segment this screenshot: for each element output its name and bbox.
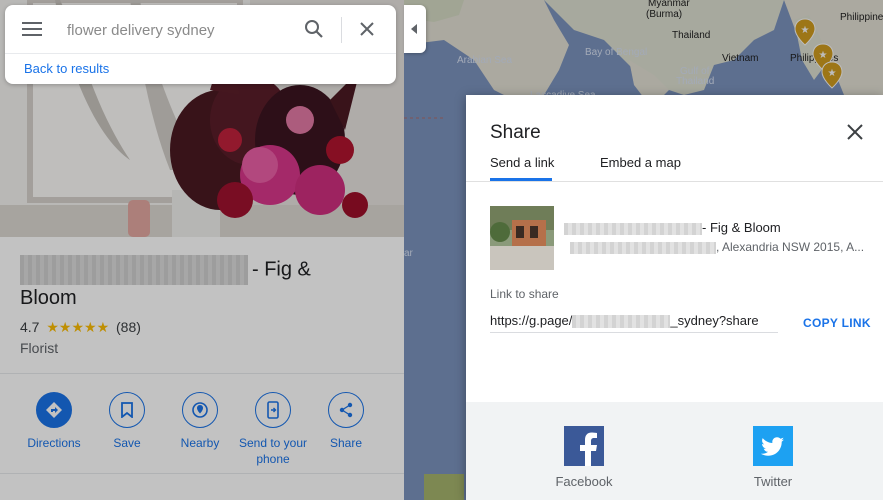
twitter-share-button[interactable]: Twitter (733, 426, 813, 489)
send-to-phone-icon (267, 401, 279, 419)
copy-link-button[interactable]: COPY LINK (803, 316, 871, 330)
directions-button[interactable]: Directions (14, 390, 94, 451)
search-input[interactable] (67, 19, 297, 41)
rating-row[interactable]: 4.7 ★★★★★ (88) (20, 319, 141, 336)
place-thumbnail (490, 206, 554, 270)
divider (0, 473, 404, 474)
twitter-label: Twitter (753, 474, 793, 489)
caret-left-icon (411, 24, 417, 34)
dialog-place-name: - Fig & Bloom (564, 220, 781, 235)
close-icon[interactable] (846, 123, 864, 141)
search-icon[interactable] (303, 18, 325, 40)
collapse-panel-button[interactable] (404, 5, 426, 53)
dialog-title: Share (490, 122, 541, 143)
twitter-icon (753, 426, 793, 466)
directions-label: Directions (27, 436, 81, 450)
back-to-results-link[interactable]: Back to results (24, 61, 109, 76)
map-pin-icon[interactable]: ★ (821, 61, 843, 89)
nearby-label: Nearby (180, 436, 220, 450)
link-to-share-label: Link to share (490, 287, 559, 301)
send-to-phone-button[interactable]: Send to your phone (233, 390, 313, 467)
redacted-text (570, 241, 716, 254)
map-label-philippine: Philippine (840, 12, 883, 23)
share-link-field[interactable]: https://g.page/_sydney?share (490, 313, 778, 333)
action-bar: Directions Save Nearby Send to your phon… (0, 390, 404, 470)
svg-text:★: ★ (801, 25, 810, 36)
menu-icon[interactable] (22, 22, 42, 36)
map-pin-icon[interactable]: ★ (794, 18, 816, 46)
map-label-bay-of-bengal: Bay of Bengal (585, 47, 648, 58)
place-thumbnail-image (490, 206, 554, 270)
redacted-text (572, 315, 671, 329)
dialog-place-address: , Alexandria NSW 2015, A... (570, 240, 864, 254)
map-label-vietnam: Vietnam (722, 53, 759, 64)
share-icon (339, 402, 353, 418)
social-share-bar: Facebook Twitter (466, 402, 883, 500)
search-card: Back to results (5, 5, 396, 84)
place-category[interactable]: Florist (20, 340, 58, 356)
divider (466, 181, 883, 182)
place-panel: - Fig & Bloom 4.7 ★★★★★ (88) Florist Dir… (0, 0, 404, 500)
facebook-label: Facebook (555, 474, 613, 489)
redacted-text (20, 255, 248, 285)
facebook-share-button[interactable]: Facebook (544, 426, 624, 489)
bookmark-icon (121, 402, 133, 418)
send-to-phone-label: Send to your phone (238, 436, 308, 466)
place-title: - Fig & Bloom (20, 255, 350, 312)
nearby-button[interactable]: Nearby (160, 390, 240, 451)
save-label: Save (113, 436, 141, 450)
svg-text:★: ★ (828, 68, 837, 79)
rating-stars-icon: ★★★★★ (46, 319, 110, 335)
directions-icon (46, 402, 62, 418)
divider (0, 373, 404, 374)
map-label-gulf-thailand-line2: Thailand (676, 76, 715, 87)
svg-text:★: ★ (819, 50, 828, 61)
divider (341, 17, 342, 43)
tab-send-a-link[interactable]: Send a link (490, 155, 554, 170)
map-label-burma: (Burma) (646, 9, 683, 20)
facebook-icon (564, 426, 604, 466)
search-row (5, 5, 396, 53)
tab-embed-a-map[interactable]: Embed a map (600, 155, 681, 170)
redacted-text (564, 222, 702, 235)
divider (5, 53, 396, 54)
map-label-myanmar: Myanmar (648, 0, 690, 9)
share-label: Share (329, 436, 363, 450)
map-label-arabian-sea: Arabian Sea (457, 55, 513, 66)
nearby-icon (192, 402, 208, 418)
share-button[interactable]: Share (306, 390, 386, 451)
share-dialog: Share Send a link Embed a map - Fig & Bl… (466, 95, 883, 500)
map-label-fragment: ar (404, 248, 413, 259)
map-label-thailand: Thailand (672, 30, 711, 41)
close-icon[interactable] (358, 20, 376, 38)
save-button[interactable]: Save (87, 390, 167, 451)
rating-value: 4.7 (20, 319, 40, 335)
review-count[interactable]: (88) (116, 319, 141, 335)
